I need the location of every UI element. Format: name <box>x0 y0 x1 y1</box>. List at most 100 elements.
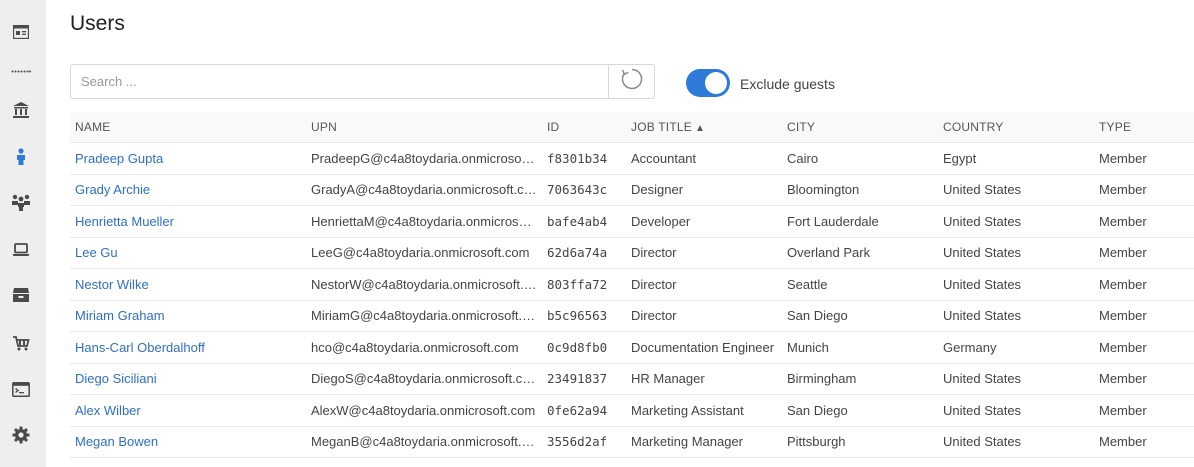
table-row[interactable]: Hans-Carl Oberdalhoff hco@c4a8toydaria.on… <box>70 331 1194 364</box>
user-type-cell: Member <box>1094 237 1194 269</box>
user-id-cell: f8301b34 <box>542 142 626 175</box>
user-type-cell: Member <box>1094 174 1194 206</box>
user-job-title-cell: HR Manager <box>626 363 782 395</box>
user-upn-cell: MeganB@c4a8toydaria.onmicrosoft.com <box>306 426 542 458</box>
laptop-icon[interactable] <box>11 240 31 260</box>
user-upn-cell: HenriettaM@c4a8toydaria.onmicrosoft.com <box>306 205 542 238</box>
user-city-cell: Fort Lauderdale <box>782 205 938 238</box>
user-type-cell: Member <box>1094 331 1194 364</box>
user-id-cell: 62d6a74a <box>542 237 626 269</box>
search-input[interactable] <box>71 65 608 98</box>
exclude-guests-label: Exclude guests <box>740 76 835 92</box>
table-header-row: NAME UPN ID JOB TITLE ▲ CITY COUNTRY TYPE <box>70 112 1194 143</box>
refresh-icon <box>620 67 644 96</box>
table-row[interactable]: Grady Archie GradyA@c4a8toydaria.onmicros… <box>70 174 1194 206</box>
column-header-label: JOB TITLE <box>631 120 692 134</box>
user-city-cell: Bloomington <box>782 174 938 206</box>
refresh-button[interactable] <box>608 65 654 98</box>
table-row[interactable]: Megan Bowen MeganB@c4a8toydaria.onmicroso… <box>70 426 1194 458</box>
user-type-cell: Member <box>1094 142 1194 175</box>
exclude-guests-toggle[interactable] <box>686 69 730 97</box>
column-header-country[interactable]: COUNTRY <box>938 112 1094 143</box>
user-job-title-cell: Director <box>626 237 782 269</box>
user-icon[interactable] <box>11 147 31 167</box>
user-name-link[interactable]: Miriam Graham <box>70 300 306 332</box>
user-upn-cell: LeeG@c4a8toydaria.onmicrosoft.com <box>306 237 542 269</box>
user-id-cell: b5c96563 <box>542 300 626 332</box>
user-city-cell: Cairo <box>782 142 938 175</box>
user-country-cell: United States <box>938 394 1094 427</box>
user-id-cell: 0c9d8fb0 <box>542 331 626 364</box>
user-id-cell: 803ffa72 <box>542 268 626 301</box>
table-row[interactable]: Pradeep Gupta PradeepG@c4a8toydaria.onmic… <box>70 142 1194 175</box>
user-name-link[interactable]: Alex Wilber <box>70 394 306 427</box>
user-job-title-cell: Director <box>626 300 782 332</box>
column-header-label: CITY <box>787 120 816 134</box>
cart-icon[interactable] <box>11 333 31 353</box>
column-header-label: NAME <box>75 120 111 134</box>
user-name-link[interactable]: Diego Siciliani <box>70 363 306 395</box>
sort-ascending-icon: ▲ <box>694 123 706 134</box>
user-id-cell: 0fe62a94 <box>542 394 626 427</box>
user-job-title-cell: Marketing Manager <box>626 426 782 458</box>
table-row[interactable]: Diego Siciliani DiegoS@c4a8toydaria.onmic… <box>70 363 1194 395</box>
column-header-name[interactable]: NAME <box>70 112 306 143</box>
user-type-cell: Member <box>1094 205 1194 238</box>
user-country-cell: United States <box>938 268 1094 301</box>
page-title: Users <box>70 12 125 35</box>
bank-icon[interactable] <box>11 100 31 120</box>
user-type-cell: Member <box>1094 300 1194 332</box>
table-row[interactable]: Miriam Graham MiriamG@c4a8toydaria.onmicr… <box>70 300 1194 332</box>
user-name-link[interactable]: Nestor Wilke <box>70 268 306 301</box>
user-name-link[interactable]: Grady Archie <box>70 174 306 206</box>
user-type-cell: Member <box>1094 426 1194 458</box>
user-type-cell: Member <box>1094 268 1194 301</box>
user-id-cell: bafe4ab4 <box>542 205 626 238</box>
user-country-cell: Egypt <box>938 142 1094 175</box>
table-row[interactable]: Henrietta Mueller HenriettaM@c4a8toydaria… <box>70 205 1194 238</box>
toggle-knob <box>705 72 727 94</box>
gear-icon[interactable] <box>11 425 31 445</box>
sidebar <box>0 0 46 467</box>
column-header-job-title[interactable]: JOB TITLE ▲ <box>626 112 782 143</box>
user-upn-cell: PradeepG@c4a8toydaria.onmicrosoft.com <box>306 142 542 175</box>
user-country-cell: United States <box>938 300 1094 332</box>
user-name-link[interactable]: Pradeep Gupta <box>70 142 306 175</box>
column-header-label: TYPE <box>1099 120 1132 134</box>
user-id-cell: 23491837 <box>542 363 626 395</box>
column-header-type[interactable]: TYPE <box>1094 112 1194 143</box>
terminal-icon[interactable] <box>11 379 31 399</box>
user-job-title-cell: Director <box>626 268 782 301</box>
user-job-title-cell: Developer <box>626 205 782 238</box>
table-row[interactable]: Lee Gu LeeG@c4a8toydaria.onmicrosoft.com 6… <box>70 237 1194 269</box>
table-row[interactable]: Alex Wilber AlexW@c4a8toydaria.onmicrosof… <box>70 394 1194 427</box>
users-table-body: Pradeep Gupta PradeepG@c4a8toydaria.onmic… <box>70 142 1194 458</box>
users-table: NAME UPN ID JOB TITLE ▲ CITY COUNTRY TYPE… <box>70 112 1194 458</box>
column-header-label: COUNTRY <box>943 120 1004 134</box>
user-name-link[interactable]: Henrietta Mueller <box>70 205 306 238</box>
user-country-cell: United States <box>938 174 1094 206</box>
user-upn-cell: AlexW@c4a8toydaria.onmicrosoft.com <box>306 394 542 427</box>
user-city-cell: San Diego <box>782 300 938 332</box>
user-upn-cell: MiriamG@c4a8toydaria.onmicrosoft.com <box>306 300 542 332</box>
dashboard-icon[interactable] <box>11 22 31 42</box>
user-name-link[interactable]: Lee Gu <box>70 237 306 269</box>
archive-icon[interactable] <box>11 285 31 305</box>
user-country-cell: Germany <box>938 331 1094 364</box>
user-upn-cell: DiegoS@c4a8toydaria.onmicrosoft.com <box>306 363 542 395</box>
user-type-cell: Member <box>1094 394 1194 427</box>
user-id-cell: 7063643c <box>542 174 626 206</box>
table-row[interactable]: Nestor Wilke NestorW@c4a8toydaria.onmicro… <box>70 268 1194 301</box>
column-header-id[interactable]: ID <box>542 112 626 143</box>
user-job-title-cell: Marketing Assistant <box>626 394 782 427</box>
user-name-link[interactable]: Hans-Carl Oberdalhoff <box>70 331 306 364</box>
column-header-upn[interactable]: UPN <box>306 112 542 143</box>
user-upn-cell: NestorW@c4a8toydaria.onmicrosoft.com <box>306 268 542 301</box>
user-name-link[interactable]: Megan Bowen <box>70 426 306 458</box>
user-city-cell: Pittsburgh <box>782 426 938 458</box>
column-header-city[interactable]: CITY <box>782 112 938 143</box>
group-icon[interactable] <box>11 192 31 212</box>
user-country-cell: United States <box>938 363 1094 395</box>
user-country-cell: United States <box>938 205 1094 238</box>
user-type-cell: Member <box>1094 363 1194 395</box>
